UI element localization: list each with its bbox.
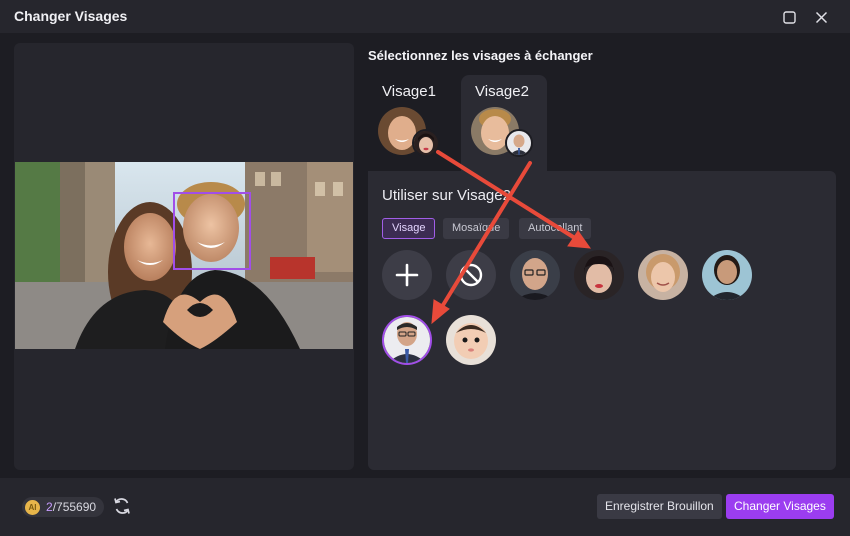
tab-label: Visage1 [382, 83, 436, 100]
window-title: Changer Visages [14, 8, 128, 24]
face-older-man-glasses[interactable] [510, 250, 560, 300]
change-faces-button[interactable]: Changer Visages [726, 494, 834, 519]
face-detection-box[interactable] [173, 192, 251, 270]
refresh-button[interactable] [112, 496, 132, 516]
close-button[interactable] [810, 6, 832, 28]
tab-face-target [412, 129, 440, 157]
face-swap-window: Changer Visages Sélectionnez les visages… [0, 0, 850, 536]
face-baby[interactable] [446, 315, 496, 365]
preview-photo [15, 162, 353, 349]
face-selection-title: Sélectionnez les visages à échanger [368, 48, 593, 63]
credits-badge: AI 2 /755690 [22, 497, 105, 517]
no-swap-button[interactable] [446, 250, 496, 300]
chip-visage[interactable]: Visage [382, 218, 436, 239]
preview-panel [14, 43, 354, 470]
face-blonde-woman[interactable] [638, 250, 688, 300]
plus-icon [395, 263, 419, 287]
maximize-icon [782, 10, 796, 24]
face-business-woman[interactable] [702, 250, 752, 300]
face-woman-bangs[interactable] [574, 250, 624, 300]
close-icon [815, 11, 827, 23]
refresh-icon [114, 498, 130, 514]
chip-autocollant[interactable]: Autocollant [519, 218, 592, 239]
credits-used: 2 [46, 500, 53, 514]
tab-visage1[interactable]: Visage1 [368, 75, 454, 171]
coin-icon: AI [25, 499, 40, 515]
face-man-suit-glasses[interactable] [382, 315, 432, 365]
bottom-bar: AI 2 /755690 Enregistrer Brouillon Chang… [0, 478, 850, 536]
credits-total: /755690 [52, 500, 97, 514]
chip-mosaique[interactable]: Mosaïque [443, 218, 510, 239]
save-draft-button[interactable]: Enregistrer Brouillon [597, 494, 722, 519]
title-bar: Changer Visages [0, 0, 850, 33]
maximize-button[interactable] [778, 6, 800, 28]
tab-face-target [505, 129, 533, 157]
face-library-panel: Utiliser sur Visage2 Visage Mosaïque Aut… [368, 171, 836, 470]
add-face-button[interactable] [382, 250, 432, 300]
prohibited-icon [459, 263, 483, 287]
tab-label: Visage2 [475, 83, 529, 100]
tab-visage2[interactable]: Visage2 [461, 75, 547, 171]
library-title: Utiliser sur Visage2 [382, 187, 511, 204]
